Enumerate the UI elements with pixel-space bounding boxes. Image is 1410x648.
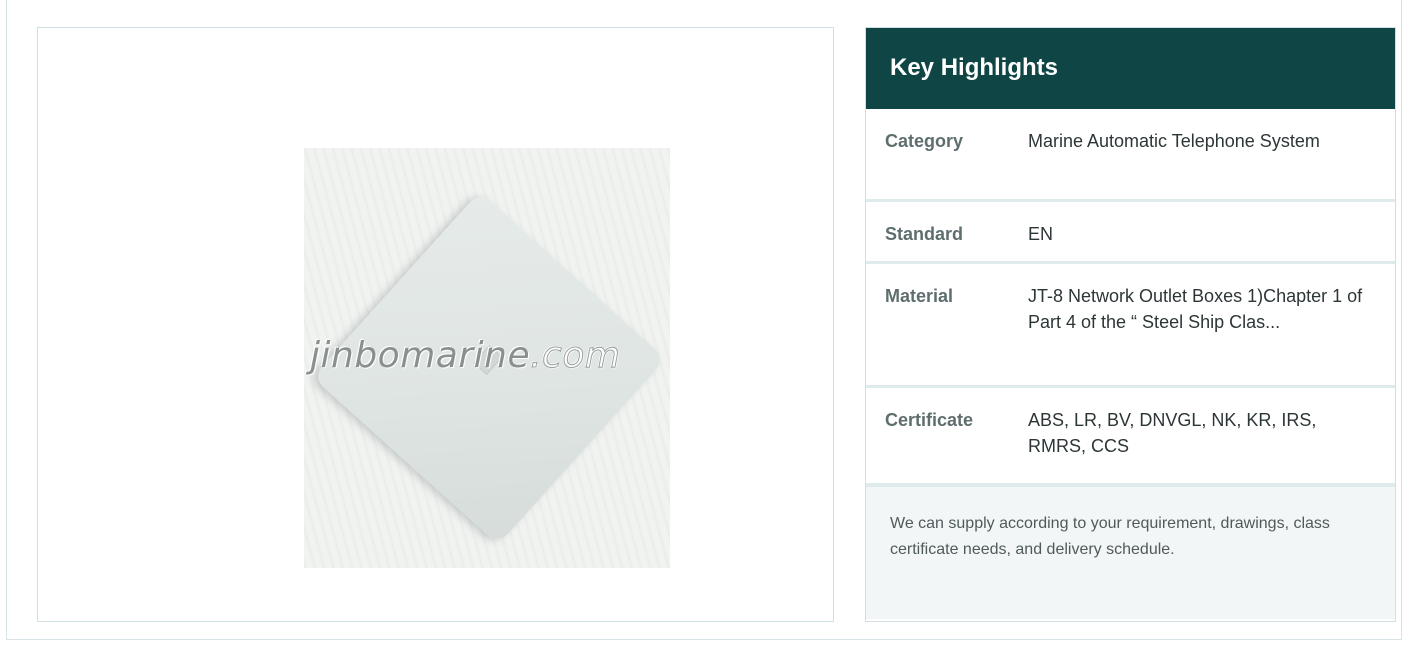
- row-value: EN: [1028, 224, 1054, 244]
- product-image-panel[interactable]: jinbomarine.com: [37, 27, 834, 622]
- row-value: Marine Automatic Telephone System: [1028, 131, 1320, 151]
- row-value: ABS, LR, BV, DNVGL, NK, KR, IRS, RMRS, C…: [1028, 410, 1317, 456]
- highlight-row-standard: Standard EN: [866, 202, 1395, 264]
- watermark-suffix: .com: [530, 335, 621, 377]
- key-highlights-title: Key Highlights: [866, 28, 1395, 109]
- row-label: Category: [885, 131, 964, 151]
- highlight-row-category: Category Marine Automatic Telephone Syst…: [866, 109, 1395, 202]
- watermark: jinbomarine.com: [310, 335, 621, 377]
- highlight-row-certificate: Certificate ABS, LR, BV, DNVGL, NK, KR, …: [866, 388, 1395, 486]
- watermark-name: jinbomarine: [310, 335, 531, 376]
- row-label: Material: [885, 286, 954, 306]
- row-label: Certificate: [885, 410, 974, 430]
- row-label: Standard: [885, 224, 964, 244]
- supply-note: We can supply according to your requirem…: [866, 486, 1395, 619]
- row-value: JT-8 Network Outlet Boxes 1)Chapter 1 of…: [1028, 286, 1363, 332]
- key-highlights-panel: Key Highlights Category Marine Automatic…: [865, 27, 1396, 622]
- product-overview-section: jinbomarine.com Key Highlights Category …: [6, 0, 1402, 640]
- highlight-row-material: Material JT-8 Network Outlet Boxes 1)Cha…: [866, 264, 1395, 388]
